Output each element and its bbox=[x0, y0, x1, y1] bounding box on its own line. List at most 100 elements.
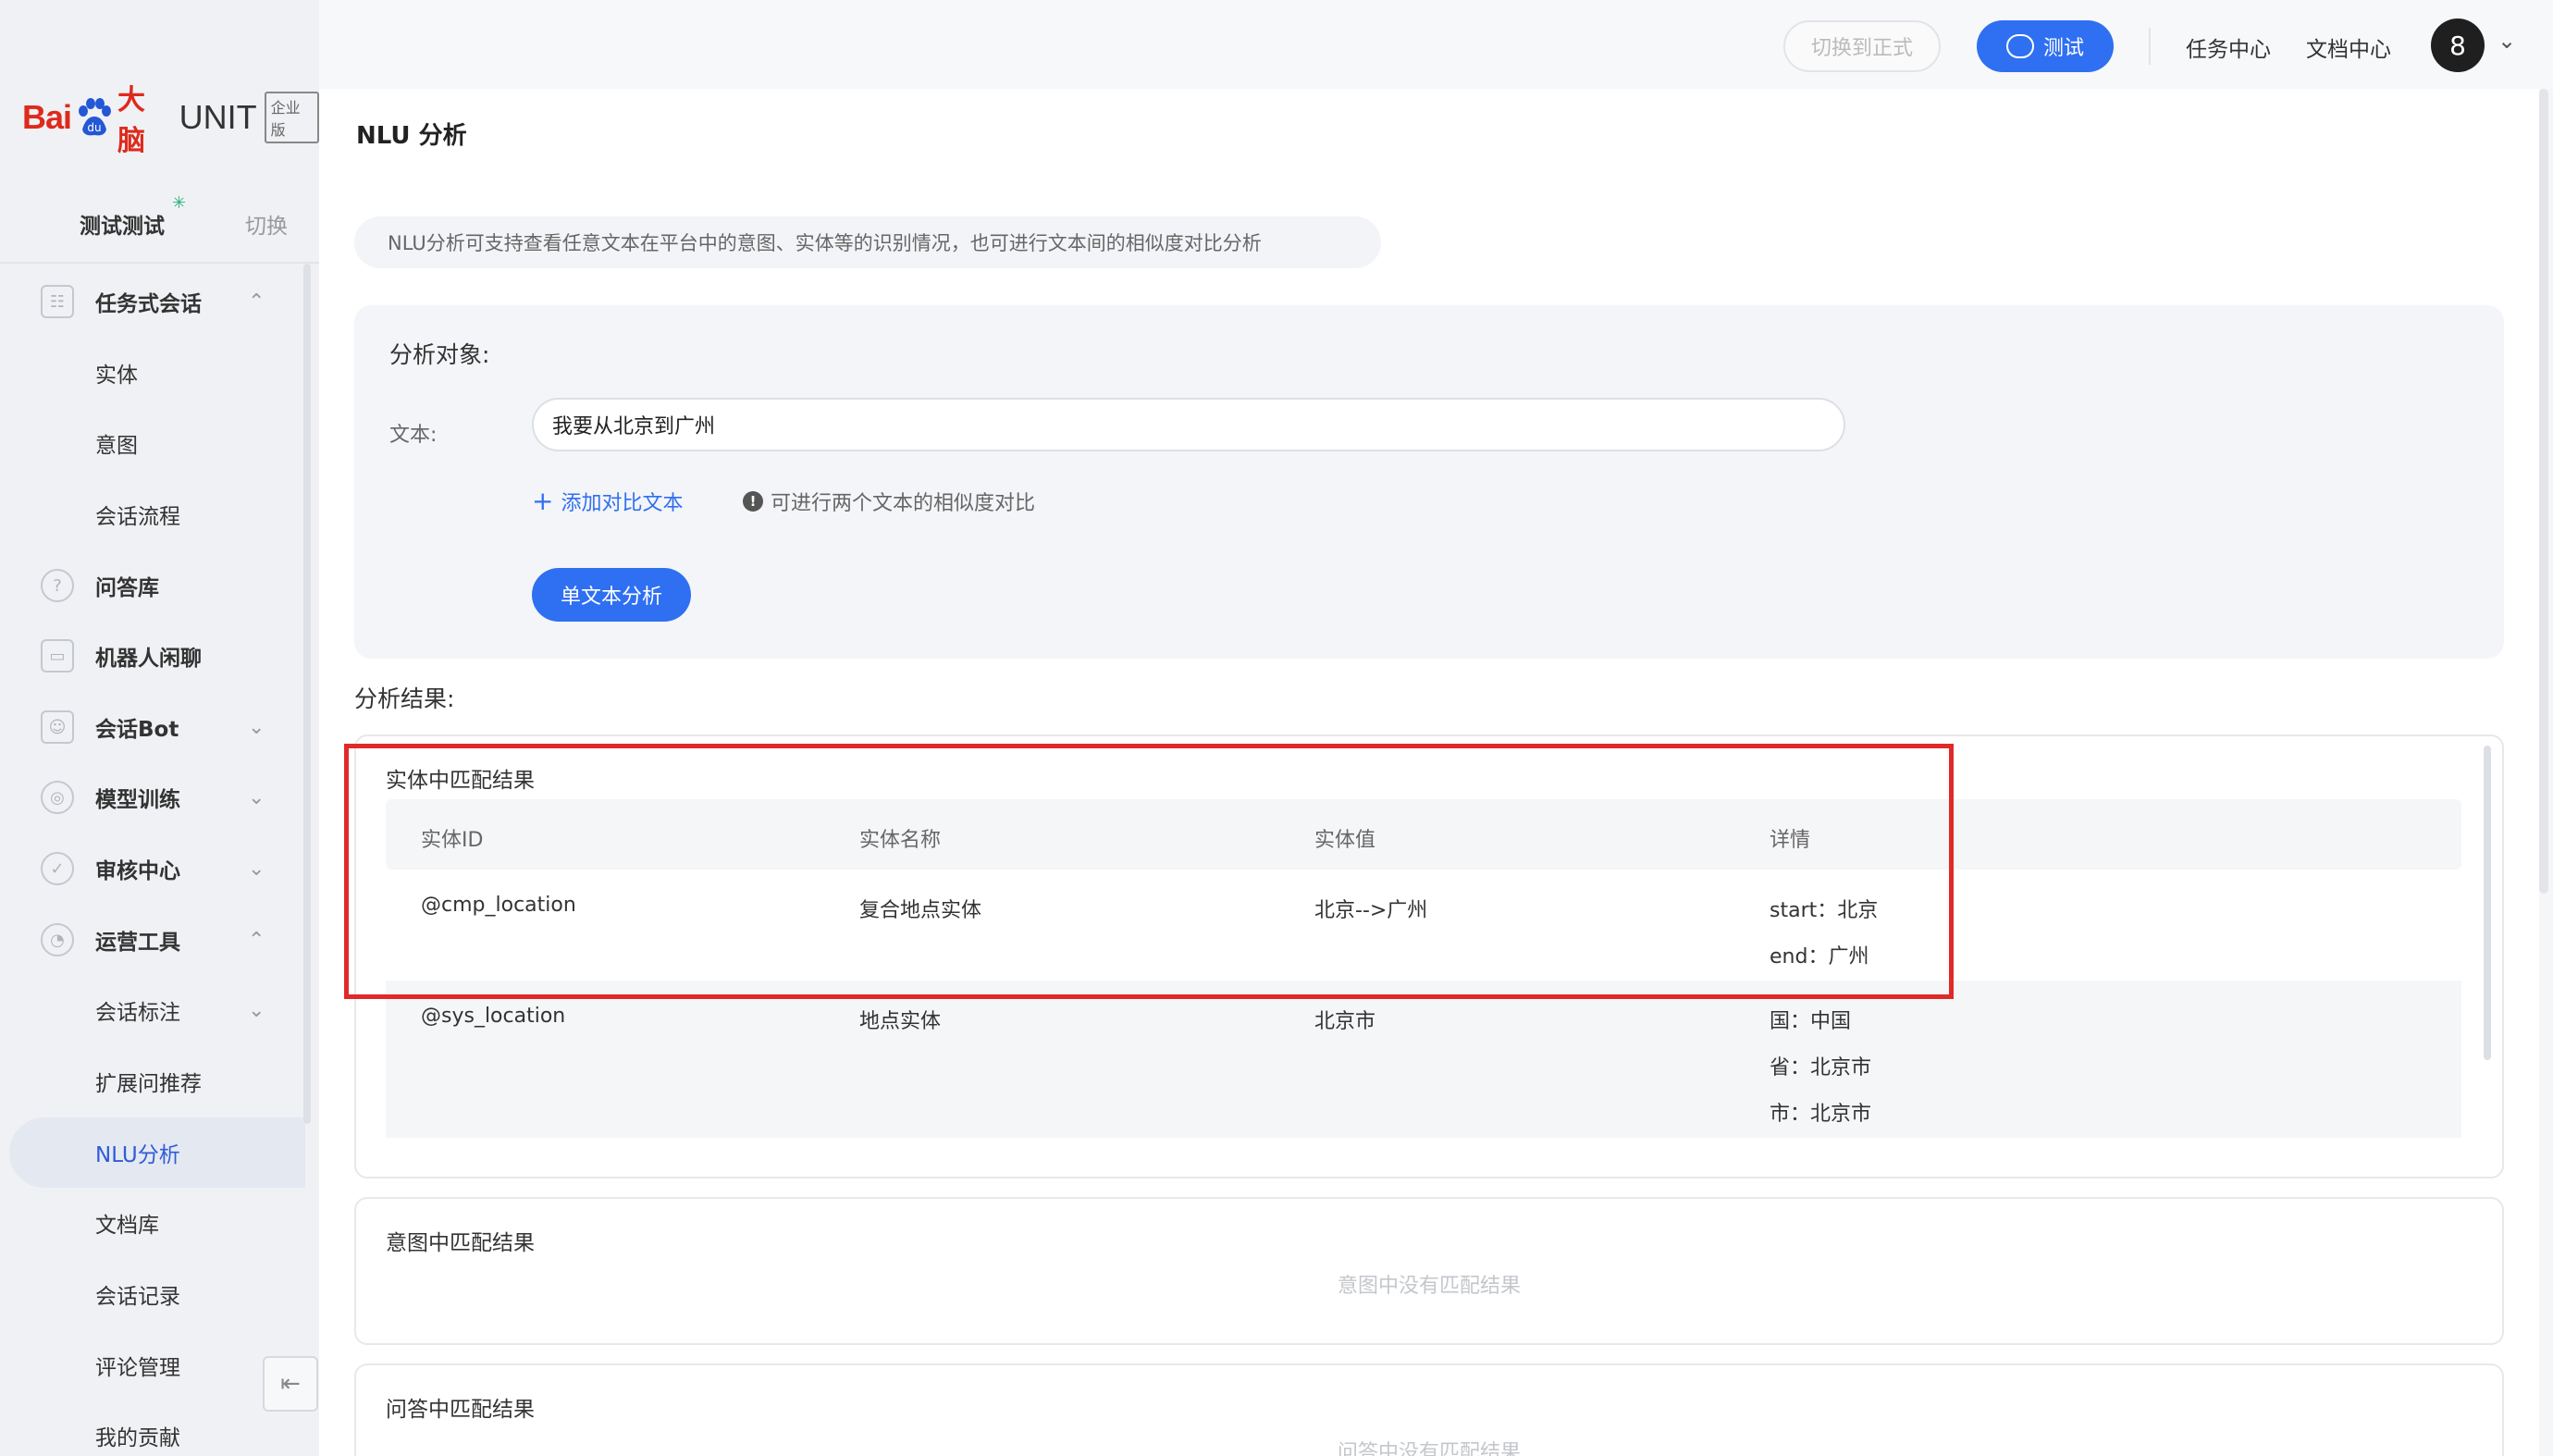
avatar[interactable]: 8 bbox=[2431, 19, 2485, 72]
page-header: NLU 分析 bbox=[319, 89, 2539, 176]
bot-icon: ☺ bbox=[41, 710, 74, 744]
column-header: 实体名称 bbox=[859, 829, 942, 852]
sidebar-item-label: 文档库 bbox=[95, 1214, 159, 1238]
shield-check-icon: ✓ bbox=[41, 852, 74, 885]
info-tip: NLU分析可支持查看任意文本在平台中的意图、实体等的识别情况，也可进行文本间的相… bbox=[354, 216, 1381, 268]
entity-name: 复合地点实体 bbox=[859, 899, 982, 922]
test-button-label: 测试 bbox=[2042, 37, 2084, 60]
logo-bai-text: Bai bbox=[22, 98, 72, 136]
column-header: 实体值 bbox=[1314, 829, 1376, 852]
sidebar-item-task-dialog[interactable]: ☷ 任务式会话 ⌃ bbox=[0, 266, 305, 337]
text-input[interactable] bbox=[532, 398, 1845, 451]
table-header: 实体ID 实体名称 实体值 详情 bbox=[386, 799, 2461, 870]
sidebar-item-doc-library[interactable]: 文档库 bbox=[0, 1188, 305, 1258]
detail-line: 省：北京市 bbox=[1770, 1056, 1872, 1080]
chevron-down-icon: ⌄ bbox=[248, 998, 265, 1022]
workspace-switcher: 测试测试 ✳ 切换 bbox=[0, 190, 319, 264]
sidebar-item-dialog-bot[interactable]: ☺ 会话Bot ⌄ bbox=[0, 692, 305, 762]
sidebar-item-label: 我的贡献 bbox=[95, 1426, 180, 1450]
add-compare-label: 添加对比文本 bbox=[561, 492, 684, 515]
sidebar-item-label: 评论管理 bbox=[95, 1356, 180, 1380]
detail-line: 市：北京市 bbox=[1770, 1103, 1872, 1126]
sidebar-item-expand-question[interactable]: 扩展问推荐 bbox=[0, 1046, 305, 1117]
logo-unit-text: UNIT bbox=[179, 98, 257, 136]
entity-value: 北京市 bbox=[1314, 1010, 1376, 1033]
sidebar-item-dialog-flow[interactable]: 会话流程 bbox=[0, 479, 305, 549]
sidebar-item-qa-library[interactable]: ? 问答库 bbox=[0, 550, 305, 621]
baidu-unit-logo[interactable]: Bai du 大脑 UNIT 企业版 bbox=[22, 84, 319, 157]
sidebar-item-comment-mgmt[interactable]: 评论管理 bbox=[0, 1330, 305, 1400]
chat-bubble-icon bbox=[2005, 34, 2034, 58]
table-row: @cmp_location 复合地点实体 北京-->广州 start：北京 en… bbox=[386, 870, 2461, 981]
sidebar-item-dialog-annotation[interactable]: 会话标注 ⌄ bbox=[0, 975, 305, 1045]
sidebar-item-my-contribution[interactable]: 我的贡献 bbox=[0, 1400, 305, 1456]
column-header: 详情 bbox=[1770, 829, 1811, 852]
sidebar-item-label: 审核中心 bbox=[95, 859, 180, 883]
sidebar-item-label: NLU分析 bbox=[95, 1143, 180, 1167]
sidebar-item-chitchat[interactable]: ▭ 机器人闲聊 bbox=[0, 621, 305, 691]
qa-result-card: 问答中匹配结果 问答中没有匹配结果 bbox=[354, 1363, 2504, 1456]
chevron-down-icon: ⌄ bbox=[248, 785, 265, 809]
sidebar-item-model-training[interactable]: ◎ 模型训练 ⌄ bbox=[0, 762, 305, 833]
single-text-analysis-button[interactable]: 单文本分析 bbox=[532, 568, 691, 622]
target-icon: ◎ bbox=[41, 781, 74, 814]
sidebar-item-label: 问答库 bbox=[95, 576, 159, 600]
page-title: NLU 分析 bbox=[356, 122, 467, 150]
detail-line: start：北京 bbox=[1770, 899, 1879, 922]
sidebar-item-label: 会话标注 bbox=[95, 1001, 180, 1025]
text-field-label: 文本: bbox=[389, 424, 438, 447]
sidebar-item-ops-tools[interactable]: ◔ 运营工具 ⌃ bbox=[0, 905, 305, 975]
sidebar-item-label: 实体 bbox=[95, 364, 138, 388]
logo-danao-text: 大脑 bbox=[117, 84, 146, 157]
intent-empty-tip: 意图中没有匹配结果 bbox=[1337, 1275, 1521, 1298]
collapse-icon: ⇤ bbox=[280, 1370, 301, 1398]
baidu-paw-icon: du bbox=[73, 96, 116, 139]
compare-tip: ! 可进行两个文本的相似度对比 bbox=[743, 487, 1035, 516]
message-icon: ▭ bbox=[41, 639, 74, 672]
entity-value: 北京-->广州 bbox=[1314, 899, 1428, 922]
sidebar: Bai du 大脑 UNIT 企业版 测试测试 ✳ 切换 ☷ 任务式会话 ⌃ 实… bbox=[0, 0, 319, 1456]
chevron-down-icon: ⌄ bbox=[248, 857, 265, 881]
sidebar-item-label: 机器人闲聊 bbox=[95, 647, 202, 671]
task-center-link[interactable]: 任务中心 bbox=[2186, 31, 2271, 63]
question-icon: ? bbox=[41, 569, 74, 602]
entity-id: @cmp_location bbox=[421, 894, 576, 917]
workspace-switch-button[interactable]: 切换 bbox=[245, 208, 288, 240]
collapse-sidebar-button[interactable]: ⇤ bbox=[263, 1356, 318, 1412]
sidebar-item-entity[interactable]: 实体 bbox=[0, 338, 305, 408]
add-compare-text-button[interactable]: + 添加对比文本 bbox=[532, 487, 683, 516]
entity-details: start：北京 end：广州 bbox=[1770, 894, 1878, 986]
sidebar-item-label: 模型训练 bbox=[95, 788, 180, 812]
switch-formal-button[interactable]: 切换到正式 bbox=[1783, 20, 1941, 72]
chevron-down-icon[interactable]: ⌄ bbox=[2498, 28, 2516, 54]
entity-name: 地点实体 bbox=[859, 1010, 942, 1033]
intent-result-title: 意图中匹配结果 bbox=[386, 1231, 535, 1255]
entity-details: 国：中国 省：北京市 市：北京市 bbox=[1770, 1005, 1871, 1143]
chevron-down-icon: ⌄ bbox=[248, 715, 265, 739]
doc-center-link[interactable]: 文档中心 bbox=[2306, 31, 2391, 63]
info-icon: ! bbox=[743, 491, 763, 512]
entity-result-card: 实体中匹配结果 实体ID 实体名称 实体值 详情 @cmp_location 复… bbox=[354, 734, 2504, 1178]
sidebar-item-intent[interactable]: 意图 bbox=[0, 408, 305, 478]
plus-icon: + bbox=[532, 486, 554, 516]
workspace-name: 测试测试 bbox=[80, 215, 165, 239]
tree-icon: ☷ bbox=[41, 285, 74, 318]
entity-result-title: 实体中匹配结果 bbox=[386, 769, 535, 793]
svg-text:du: du bbox=[87, 121, 101, 134]
entity-id: @sys_location bbox=[421, 1005, 566, 1028]
compare-tip-text: 可进行两个文本的相似度对比 bbox=[771, 492, 1036, 515]
sidebar-item-label: 会话Bot bbox=[95, 718, 179, 742]
test-button[interactable]: 测试 bbox=[1977, 20, 2114, 72]
chevron-up-icon: ⌃ bbox=[248, 290, 265, 314]
sidebar-item-dialog-records[interactable]: 会话记录 bbox=[0, 1259, 305, 1329]
analyze-panel: 分析对象: 文本: + 添加对比文本 ! 可进行两个文本的相似度对比 单文本分析 bbox=[354, 305, 2504, 659]
sidebar-item-label: 运营工具 bbox=[95, 931, 180, 955]
table-scrollbar[interactable] bbox=[2484, 746, 2491, 1060]
edition-badge: 企业版 bbox=[264, 92, 319, 143]
sidebar-item-nlu-analysis[interactable]: NLU分析 bbox=[9, 1117, 305, 1188]
page-scrollbar[interactable] bbox=[2539, 89, 2548, 894]
sidebar-item-review-center[interactable]: ✓ 审核中心 ⌄ bbox=[0, 833, 305, 904]
sidebar-scrollbar[interactable] bbox=[303, 264, 311, 1124]
chevron-up-icon: ⌃ bbox=[248, 928, 265, 952]
qa-empty-tip: 问答中没有匹配结果 bbox=[1337, 1441, 1521, 1456]
